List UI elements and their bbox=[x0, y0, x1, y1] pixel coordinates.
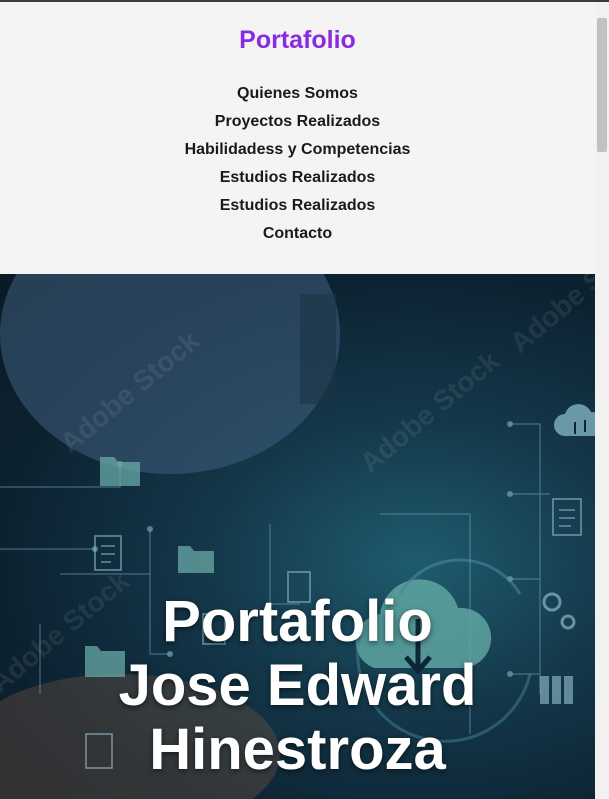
nav-link-habilidades[interactable]: Habilidadess y Competencias bbox=[185, 140, 411, 160]
hero-title-line-1: Portafolio bbox=[162, 589, 433, 654]
nav-item-proyectos: Proyectos Realizados bbox=[0, 112, 595, 140]
brand-title[interactable]: Portafolio bbox=[0, 26, 595, 55]
svg-text:Adobe Stock: Adobe Stock bbox=[504, 274, 595, 359]
nav-link-quienes-somos[interactable]: Quienes Somos bbox=[237, 84, 358, 104]
nav-link-estudios-2[interactable]: Estudios Realizados bbox=[220, 196, 376, 216]
scrollbar-thumb[interactable] bbox=[597, 18, 607, 152]
cloud-transfer-icon bbox=[554, 404, 595, 436]
nav-item-contacto: Contacto bbox=[0, 224, 595, 252]
nav-item-quienes-somos: Quienes Somos bbox=[0, 84, 595, 112]
nav-item-estudios-1: Estudios Realizados bbox=[0, 168, 595, 196]
vertical-scrollbar[interactable] bbox=[595, 2, 609, 799]
hero-title-line-2: Jose Edward bbox=[118, 653, 477, 718]
nav-item-habilidades: Habilidadess y Competencias bbox=[0, 140, 595, 168]
hero-banner: Adobe Stock Adobe Stock Adobe Stock Adob… bbox=[0, 274, 595, 799]
nav-link-proyectos[interactable]: Proyectos Realizados bbox=[215, 112, 380, 132]
hero-title: Portafolio Jose Edward Hinestroza bbox=[0, 590, 595, 782]
site-header: Portafolio Quienes Somos Proyectos Reali… bbox=[0, 2, 595, 274]
svg-text:Adobe Stock: Adobe Stock bbox=[354, 345, 505, 479]
nav-link-contacto[interactable]: Contacto bbox=[263, 224, 332, 244]
nav-item-estudios-2: Estudios Realizados bbox=[0, 196, 595, 224]
hero-title-line-3: Hinestroza bbox=[149, 717, 446, 782]
main-nav: Quienes Somos Proyectos Realizados Habil… bbox=[0, 84, 595, 252]
nav-link-estudios-1[interactable]: Estudios Realizados bbox=[220, 168, 376, 188]
